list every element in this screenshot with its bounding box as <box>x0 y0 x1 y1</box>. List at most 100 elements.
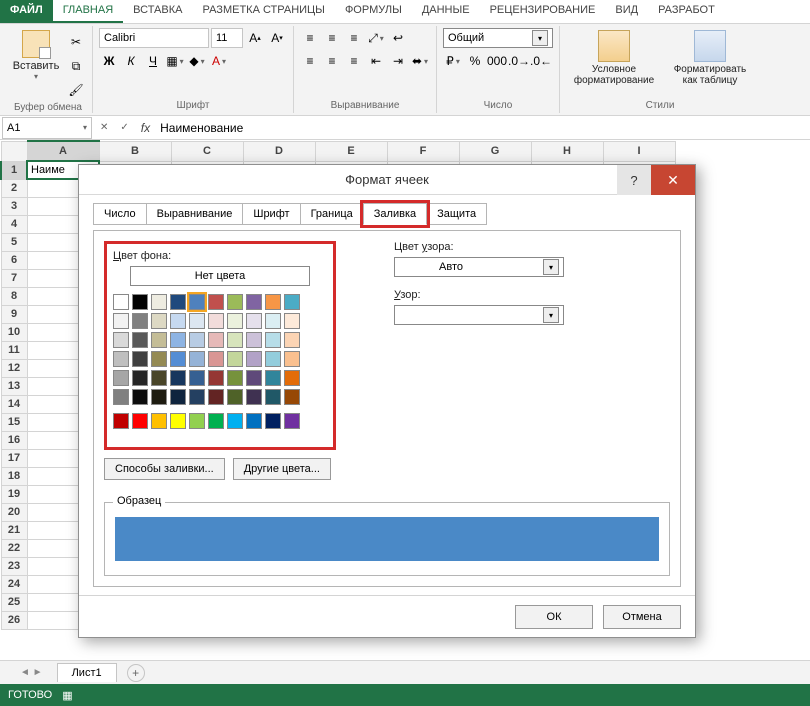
color-swatch[interactable] <box>246 351 262 367</box>
color-swatch[interactable] <box>132 313 148 329</box>
tab-review[interactable]: РЕЦЕНЗИРОВАНИЕ <box>480 0 606 23</box>
color-swatch[interactable] <box>170 351 186 367</box>
fill-effects-button[interactable]: Способы заливки... <box>104 458 225 480</box>
color-swatch[interactable] <box>208 351 224 367</box>
color-swatch[interactable] <box>189 313 205 329</box>
pattern-select[interactable]: ▾ <box>394 305 564 325</box>
color-swatch[interactable] <box>227 351 243 367</box>
row-header-23[interactable]: 23 <box>1 557 27 575</box>
color-swatch[interactable] <box>227 294 243 310</box>
row-header-5[interactable]: 5 <box>1 233 27 251</box>
row-header-14[interactable]: 14 <box>1 395 27 413</box>
color-swatch[interactable] <box>284 351 300 367</box>
color-swatch[interactable] <box>208 313 224 329</box>
row-header-2[interactable]: 2 <box>1 179 27 197</box>
color-swatch[interactable] <box>113 351 129 367</box>
align-top-button[interactable]: ≡ <box>300 28 320 48</box>
decrease-font-button[interactable]: A▾ <box>267 28 287 48</box>
color-swatch[interactable] <box>284 413 300 429</box>
tab-page-layout[interactable]: РАЗМЕТКА СТРАНИЦЫ <box>192 0 334 23</box>
align-right-button[interactable]: ≡ <box>344 51 364 71</box>
italic-button[interactable]: К <box>121 51 141 71</box>
row-header-16[interactable]: 16 <box>1 431 27 449</box>
row-header-3[interactable]: 3 <box>1 197 27 215</box>
color-swatch[interactable] <box>246 413 262 429</box>
more-colors-button[interactable]: Другие цвета... <box>233 458 331 480</box>
color-swatch[interactable] <box>170 370 186 386</box>
row-header-17[interactable]: 17 <box>1 449 27 467</box>
row-header-6[interactable]: 6 <box>1 251 27 269</box>
row-header-18[interactable]: 18 <box>1 467 27 485</box>
dialog-close-button[interactable]: ✕ <box>651 165 695 195</box>
color-swatch[interactable] <box>189 389 205 405</box>
color-swatch[interactable] <box>151 313 167 329</box>
fill-color-button[interactable]: ◆ <box>187 51 207 71</box>
color-swatch[interactable] <box>284 294 300 310</box>
row-header-13[interactable]: 13 <box>1 377 27 395</box>
color-swatch[interactable] <box>189 351 205 367</box>
font-size-select[interactable] <box>211 28 243 48</box>
row-header-11[interactable]: 11 <box>1 341 27 359</box>
row-header-20[interactable]: 20 <box>1 503 27 521</box>
format-table-button[interactable]: Форматировать как таблицу <box>666 28 754 88</box>
no-color-button[interactable]: Нет цвета <box>130 266 310 286</box>
color-swatch[interactable] <box>208 413 224 429</box>
copy-button[interactable]: ⧉ <box>66 56 86 76</box>
tab-file[interactable]: ФАЙЛ <box>0 0 53 23</box>
tab-data[interactable]: ДАННЫЕ <box>412 0 480 23</box>
color-swatch[interactable] <box>132 413 148 429</box>
dialog-help-button[interactable]: ? <box>617 165 651 195</box>
decrease-indent-button[interactable]: ⇤ <box>366 51 386 71</box>
paste-button[interactable]: Вставить ▾ <box>10 28 62 83</box>
color-swatch[interactable] <box>170 413 186 429</box>
color-swatch[interactable] <box>246 313 262 329</box>
align-bottom-button[interactable]: ≡ <box>344 28 364 48</box>
row-header-4[interactable]: 4 <box>1 215 27 233</box>
color-swatch[interactable] <box>170 313 186 329</box>
color-swatch[interactable] <box>113 389 129 405</box>
macro-record-icon[interactable]: ▦ <box>62 689 72 702</box>
conditional-format-button[interactable]: Условное форматирование <box>566 28 662 88</box>
color-swatch[interactable] <box>227 413 243 429</box>
col-header-G[interactable]: G <box>459 141 531 161</box>
color-swatch[interactable] <box>170 332 186 348</box>
add-sheet-button[interactable]: + <box>127 664 145 682</box>
row-header-1[interactable]: 1 <box>1 161 27 179</box>
format-painter-button[interactable]: 🖌 <box>66 80 86 100</box>
color-swatch[interactable] <box>151 332 167 348</box>
bold-button[interactable]: Ж <box>99 51 119 71</box>
underline-button[interactable]: Ч <box>143 51 163 71</box>
row-header-22[interactable]: 22 <box>1 539 27 557</box>
tab-view[interactable]: ВИД <box>605 0 648 23</box>
color-swatch[interactable] <box>284 370 300 386</box>
color-swatch[interactable] <box>132 332 148 348</box>
align-middle-button[interactable]: ≡ <box>322 28 342 48</box>
currency-button[interactable]: ₽ <box>443 51 463 71</box>
color-swatch[interactable] <box>113 313 129 329</box>
increase-decimal-button[interactable]: .0→ <box>509 51 529 71</box>
color-swatch[interactable] <box>151 413 167 429</box>
border-button[interactable]: ▦ <box>165 51 185 71</box>
color-swatch[interactable] <box>208 389 224 405</box>
color-swatch[interactable] <box>189 413 205 429</box>
color-swatch[interactable] <box>265 332 281 348</box>
dlg-tab-fill[interactable]: Заливка <box>363 203 427 225</box>
color-swatch[interactable] <box>132 294 148 310</box>
color-swatch[interactable] <box>132 370 148 386</box>
color-swatch[interactable] <box>170 294 186 310</box>
color-swatch[interactable] <box>265 351 281 367</box>
color-swatch[interactable] <box>113 413 129 429</box>
color-swatch[interactable] <box>246 294 262 310</box>
dlg-tab-border[interactable]: Граница <box>300 203 364 225</box>
color-swatch[interactable] <box>265 413 281 429</box>
number-format-select[interactable]: Общий <box>448 32 484 44</box>
tab-home[interactable]: ГЛАВНАЯ <box>53 0 123 23</box>
color-swatch[interactable] <box>265 294 281 310</box>
align-center-button[interactable]: ≡ <box>322 51 342 71</box>
color-swatch[interactable] <box>151 351 167 367</box>
wrap-text-button[interactable]: ↩ <box>388 28 408 48</box>
merge-button[interactable]: ⬌ <box>410 51 430 71</box>
cancel-button[interactable]: Отмена <box>603 605 681 629</box>
sheet-tab-1[interactable]: Лист1 <box>57 663 117 682</box>
orientation-button[interactable]: ⤢ <box>366 28 386 48</box>
